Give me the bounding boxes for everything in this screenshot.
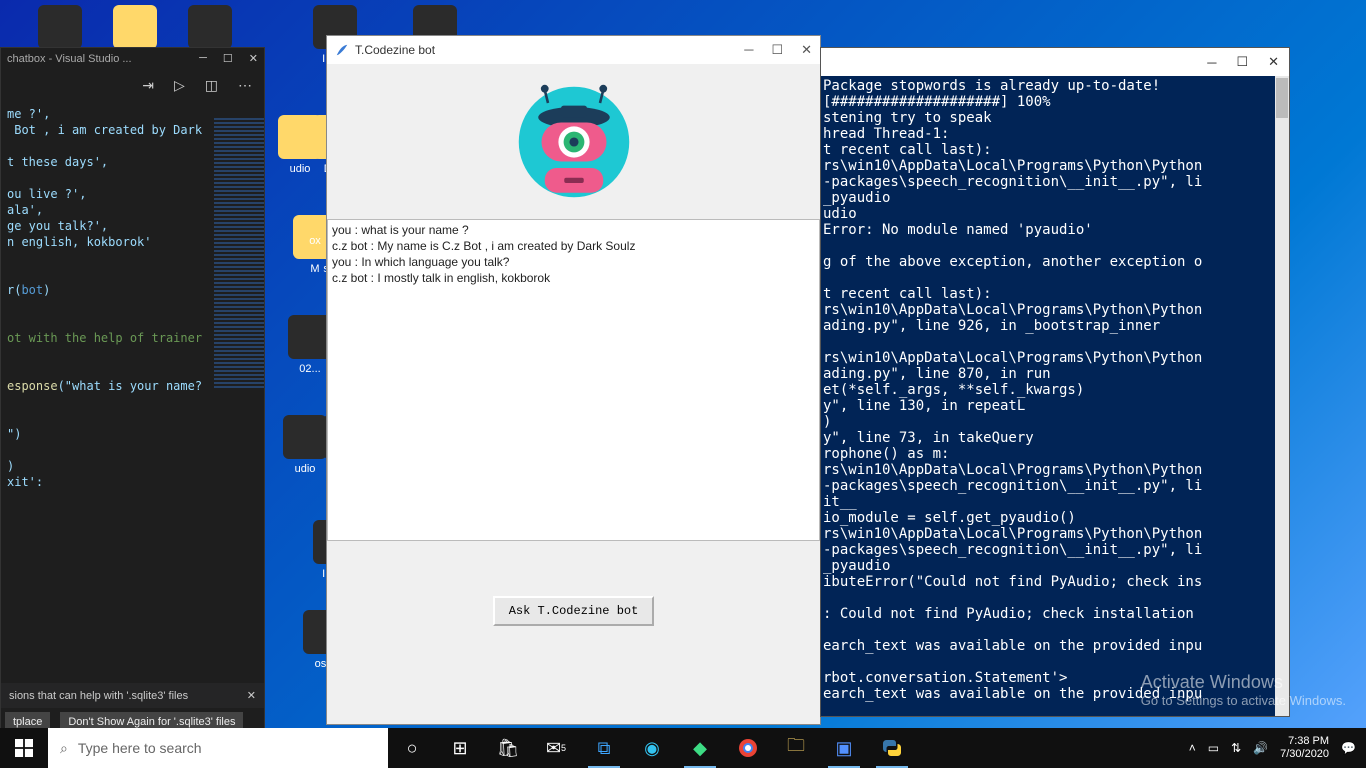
file-explorer-icon[interactable]: 🗀 [772, 728, 820, 768]
vscode-toast: sions that can help with '.sqlite3' file… [1, 683, 264, 708]
close-icon[interactable]: ✕ [1268, 54, 1279, 70]
activate-windows-watermark: Activate Windows Go to Settings to activ… [1141, 672, 1346, 708]
taskbar-search[interactable]: ⌕ Type here to search [48, 728, 388, 768]
bot-window[interactable]: T.Codezine bot ─ ☐ ✕ you : what is your … [326, 35, 821, 725]
mail-icon[interactable]: ✉5 [532, 728, 580, 768]
vscode-taskbar-icon[interactable]: ⧉ [580, 728, 628, 768]
more-icon[interactable]: ⋯ [238, 77, 252, 94]
python-tk-icon[interactable] [868, 728, 916, 768]
search-placeholder: Type here to search [78, 740, 202, 756]
console-output[interactable]: Package stopwords is already up-to-date!… [821, 76, 1275, 716]
bot-image-area [327, 64, 820, 219]
minimize-icon[interactable]: ─ [199, 52, 207, 65]
edge-icon[interactable]: ◉ [628, 728, 676, 768]
scrollbar-thumb[interactable] [1276, 78, 1288, 118]
ask-bot-button[interactable]: Ask T.Codezine bot [493, 596, 655, 626]
toast-text: sions that can help with '.sqlite3' file… [9, 690, 188, 702]
desktop-icon[interactable] [100, 5, 170, 53]
tk-feather-icon [335, 41, 349, 59]
desktop-icon[interactable] [25, 5, 95, 53]
search-icon: ⌕ [60, 740, 68, 757]
battery-icon[interactable]: ▭ [1208, 741, 1219, 755]
toast-close-icon[interactable]: ✕ [247, 689, 256, 702]
system-tray[interactable]: ˄ ▭ ⇅ 🔊 7:38 PM 7/30/2020 💬 [1189, 735, 1366, 761]
robot-avatar-icon [509, 77, 639, 207]
console-titlebar[interactable]: ─ ☐ ✕ [821, 48, 1289, 76]
vscode-tab-actions: ⇥ ▷ ◫ ⋯ [1, 69, 264, 102]
maximize-icon[interactable]: ☐ [771, 42, 783, 58]
start-button[interactable] [0, 728, 48, 768]
minimize-icon[interactable]: ─ [1207, 55, 1216, 70]
bot-input-area: Ask T.Codezine bot [327, 541, 820, 724]
task-view-icon[interactable]: ⊞ [436, 728, 484, 768]
vscode-title-text: chatbox - Visual Studio ... [7, 53, 132, 65]
bot-chat-log[interactable]: you : what is your name ?c.z bot : My na… [327, 219, 820, 541]
minimize-icon[interactable]: ─ [744, 42, 753, 58]
desktop-icon[interactable] [175, 5, 245, 53]
bot-titlebar[interactable]: T.Codezine bot ─ ☐ ✕ [327, 36, 820, 64]
split-icon[interactable]: ◫ [205, 77, 218, 94]
scrollbar[interactable] [1275, 76, 1289, 716]
vscode-titlebar[interactable]: chatbox - Visual Studio ... ─ ☐ ✕ [1, 48, 264, 69]
watermark-sub: Go to Settings to activate Windows. [1141, 693, 1346, 708]
close-icon[interactable]: ✕ [249, 52, 258, 65]
bot-title-text: T.Codezine bot [349, 43, 744, 57]
windows-logo-icon [15, 739, 33, 757]
vscode-window[interactable]: chatbox - Visual Studio ... ─ ☐ ✕ ⇥ ▷ ◫ … [0, 47, 265, 737]
volume-icon[interactable]: 🔊 [1253, 741, 1268, 755]
notifications-icon[interactable]: 💬 [1341, 741, 1356, 755]
maximize-icon[interactable]: ☐ [223, 52, 233, 65]
wifi-icon[interactable]: ⇅ [1231, 741, 1241, 755]
console-window[interactable]: ─ ☐ ✕ Package stopwords is already up-to… [820, 47, 1290, 717]
run-icon[interactable]: ▷ [174, 77, 185, 94]
clock-time: 7:38 PM [1280, 735, 1329, 748]
watermark-heading: Activate Windows [1141, 672, 1346, 693]
clock-date: 7/30/2020 [1280, 748, 1329, 761]
maximize-icon[interactable]: ☐ [1236, 54, 1248, 70]
store-icon[interactable]: 🛍 [484, 728, 532, 768]
powershell-icon[interactable]: ▣ [820, 728, 868, 768]
close-icon[interactable]: ✕ [801, 42, 812, 58]
vscode-minimap[interactable] [214, 118, 264, 388]
chrome-icon[interactable] [724, 728, 772, 768]
taskbar-clock[interactable]: 7:38 PM 7/30/2020 [1280, 735, 1329, 761]
open-changes-icon[interactable]: ⇥ [142, 77, 154, 94]
android-studio-icon[interactable]: ◆ [676, 728, 724, 768]
taskbar[interactable]: ⌕ Type here to search ○ ⊞ 🛍 ✉5 ⧉ ◉ ◆ 🗀 ▣… [0, 728, 1366, 768]
tray-chevron-icon[interactable]: ˄ [1189, 741, 1196, 755]
cortana-icon[interactable]: ○ [388, 728, 436, 768]
